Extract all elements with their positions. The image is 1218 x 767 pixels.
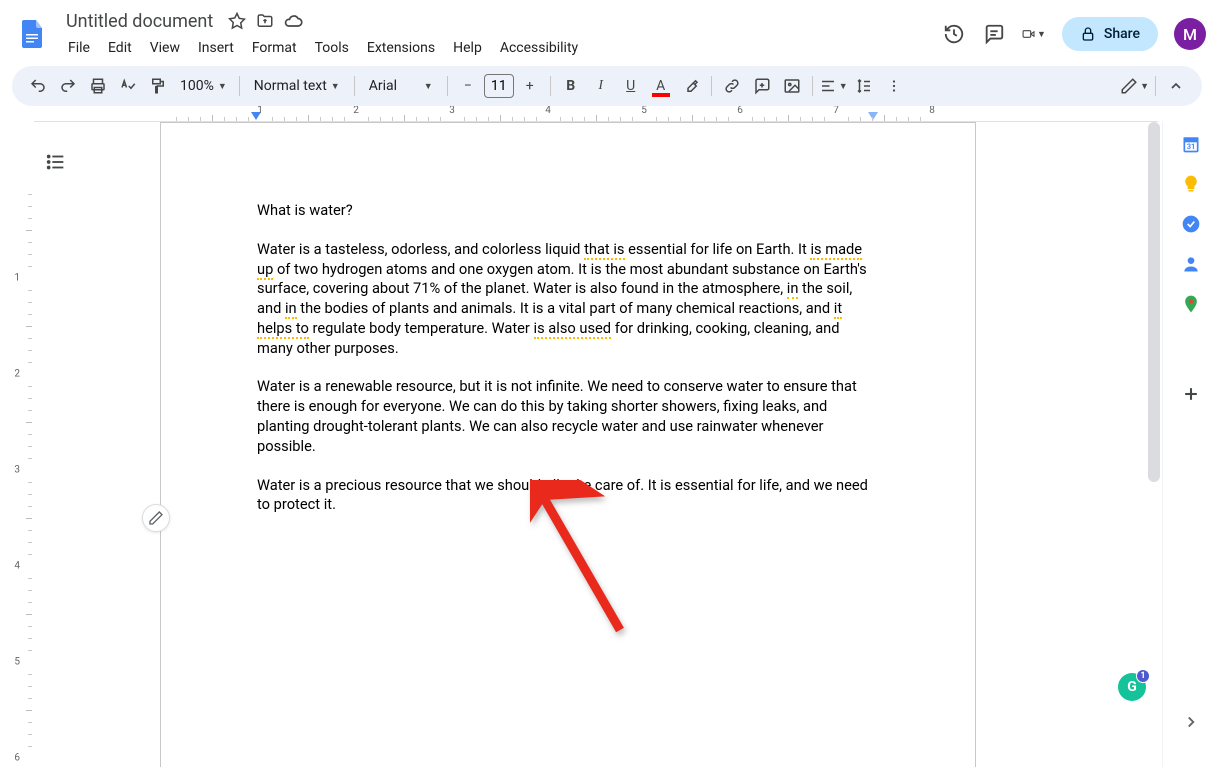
- meet-button[interactable]: ▼: [1022, 22, 1046, 46]
- separator: [711, 76, 712, 96]
- menu-accessibility[interactable]: Accessibility: [492, 36, 586, 60]
- star-icon[interactable]: [227, 11, 247, 31]
- menu-file[interactable]: File: [60, 36, 98, 60]
- separator: [239, 76, 240, 96]
- separator: [812, 76, 813, 96]
- editing-mode-button[interactable]: ▼: [1120, 72, 1149, 100]
- title-area: Untitled document File Edit View Insert …: [60, 9, 942, 60]
- collapse-toolbar-button[interactable]: [1162, 72, 1190, 100]
- menu-help[interactable]: Help: [445, 36, 490, 60]
- separator: [1155, 76, 1156, 96]
- separator: [354, 76, 355, 96]
- separator: [447, 76, 448, 96]
- increase-font-size-button[interactable]: +: [516, 72, 544, 100]
- menu-view[interactable]: View: [142, 36, 188, 60]
- history-icon[interactable]: [942, 22, 966, 46]
- separator: [550, 76, 551, 96]
- outline-toggle-button[interactable]: [40, 146, 72, 178]
- account-avatar[interactable]: M: [1174, 18, 1206, 50]
- menu-extensions[interactable]: Extensions: [359, 36, 443, 60]
- menu-insert[interactable]: Insert: [190, 36, 242, 60]
- document-title[interactable]: Untitled document: [60, 9, 219, 34]
- document-paragraph-1[interactable]: Water is a tasteless, odorless, and colo…: [257, 240, 879, 359]
- header-right: ▼ Share M: [942, 17, 1206, 51]
- content-area: 123456 What is water? Water is a tastele…: [0, 122, 1162, 767]
- toolbar-container: 100%▼ Normal text▼ Arial▼ − + B I U A ▼ …: [0, 66, 1218, 106]
- menu-edit[interactable]: Edit: [100, 36, 140, 60]
- menu-bar: File Edit View Insert Format Tools Exten…: [60, 36, 942, 60]
- paragraph-style-select[interactable]: Normal text▼: [246, 78, 348, 94]
- print-button[interactable]: [84, 72, 112, 100]
- menu-tools[interactable]: Tools: [307, 36, 357, 60]
- font-size-input[interactable]: [484, 74, 514, 98]
- document-paragraph-3[interactable]: Water is a precious resource that we sho…: [257, 476, 879, 516]
- title-row: Untitled document: [60, 9, 942, 34]
- line-spacing-button[interactable]: [850, 72, 878, 100]
- zoom-select[interactable]: 100%▼: [174, 78, 233, 94]
- vertical-scrollbar[interactable]: [1148, 122, 1160, 732]
- font-size-control: − +: [454, 72, 544, 100]
- lock-icon: [1080, 26, 1096, 42]
- header-top: Untitled document File Edit View Insert …: [0, 6, 1218, 62]
- font-select[interactable]: Arial▼: [361, 78, 441, 94]
- right-indent-marker[interactable]: [868, 112, 878, 120]
- menu-format[interactable]: Format: [244, 36, 305, 60]
- underline-button[interactable]: U: [617, 72, 645, 100]
- contacts-icon[interactable]: [1181, 254, 1201, 274]
- bold-button[interactable]: B: [557, 72, 585, 100]
- insert-image-button[interactable]: [778, 72, 806, 100]
- add-comment-button[interactable]: [748, 72, 776, 100]
- maps-icon[interactable]: [1181, 294, 1201, 314]
- workspace: 123456 What is water? Water is a tastele…: [0, 122, 1218, 767]
- grammarly-badge[interactable]: G 1: [1118, 673, 1146, 701]
- toolbar: 100%▼ Normal text▼ Arial▼ − + B I U A ▼ …: [12, 66, 1202, 106]
- highlight-color-button[interactable]: [677, 72, 705, 100]
- document-page[interactable]: What is water? Water is a tasteless, odo…: [160, 122, 976, 767]
- header: Untitled document File Edit View Insert …: [0, 0, 1218, 62]
- move-icon[interactable]: [255, 11, 275, 31]
- insert-link-button[interactable]: [718, 72, 746, 100]
- document-scroll-area[interactable]: What is water? Water is a tasteless, odo…: [34, 122, 1162, 767]
- tasks-icon[interactable]: [1181, 214, 1201, 234]
- vertical-ruler[interactable]: 123456: [0, 122, 34, 767]
- share-label: Share: [1104, 26, 1140, 42]
- grammarly-count-badge: 1: [1136, 669, 1150, 683]
- docs-logo[interactable]: [12, 14, 52, 54]
- spellcheck-button[interactable]: [114, 72, 142, 100]
- italic-button[interactable]: I: [587, 72, 615, 100]
- calendar-icon[interactable]: 31: [1181, 134, 1201, 154]
- decrease-font-size-button[interactable]: −: [454, 72, 482, 100]
- svg-text:31: 31: [1186, 142, 1195, 151]
- get-addons-button[interactable]: [1181, 384, 1201, 404]
- undo-button[interactable]: [24, 72, 52, 100]
- magic-write-button[interactable]: [142, 504, 170, 532]
- horizontal-ruler[interactable]: 12345678: [34, 106, 1158, 122]
- toolbar-right: ▼: [1120, 72, 1190, 100]
- side-panel: 31: [1162, 122, 1218, 767]
- document-paragraph-2[interactable]: Water is a renewable resource, but it is…: [257, 377, 879, 456]
- share-button[interactable]: Share: [1062, 17, 1158, 51]
- paint-format-button[interactable]: [144, 72, 172, 100]
- show-side-panel-button[interactable]: [1182, 713, 1200, 735]
- scrollbar-thumb[interactable]: [1148, 122, 1160, 482]
- align-button[interactable]: ▼: [819, 72, 848, 100]
- redo-button[interactable]: [54, 72, 82, 100]
- text-color-button[interactable]: A: [647, 72, 675, 100]
- cloud-status-icon[interactable]: [283, 11, 303, 31]
- more-button[interactable]: [880, 72, 908, 100]
- document-heading[interactable]: What is water?: [257, 201, 879, 221]
- comments-icon[interactable]: [982, 22, 1006, 46]
- keep-icon[interactable]: [1181, 174, 1201, 194]
